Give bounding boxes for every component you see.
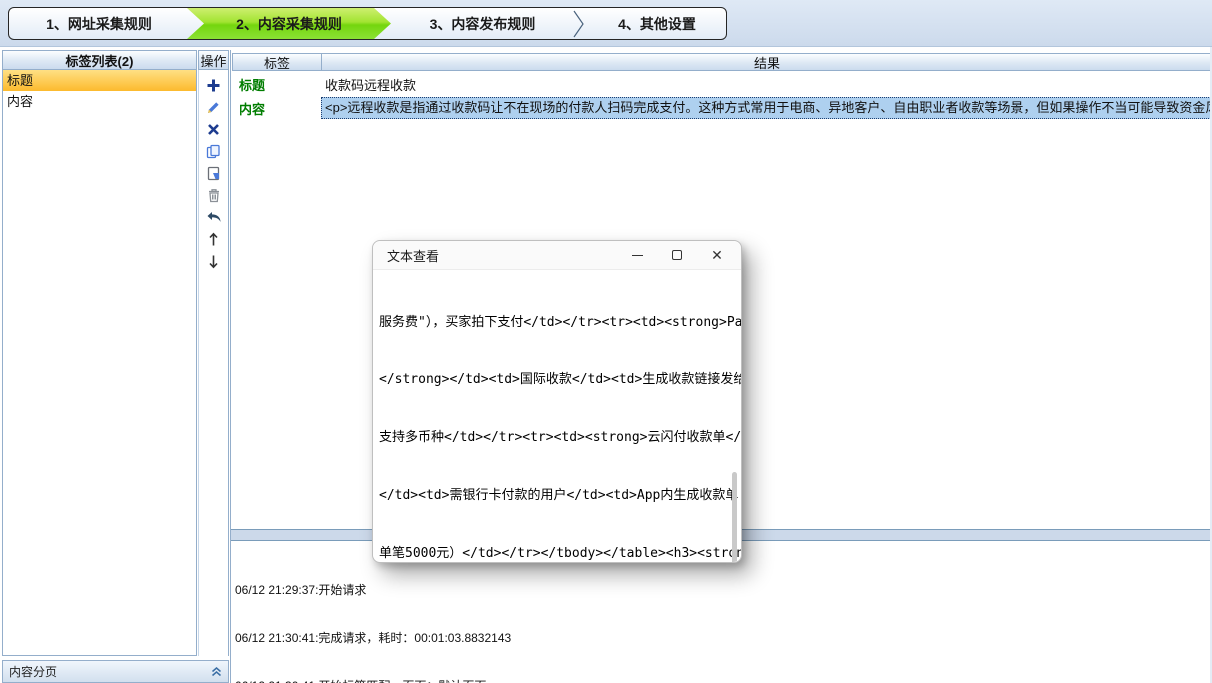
row-tag-label: 内容 bbox=[232, 99, 321, 118]
tab-label: 3、内容发布规则 bbox=[430, 14, 536, 34]
operations-toolbar bbox=[198, 70, 229, 656]
paste-icon[interactable] bbox=[204, 164, 224, 182]
content-pagination-label: 内容分页 bbox=[9, 663, 211, 680]
table-row[interactable]: 内容 <p>远程收款是指通过收款码让不在现场的付款人扫码完成支付。这种方式常用于… bbox=[232, 96, 1212, 120]
result-table-header: 标签 结果 bbox=[232, 53, 1212, 71]
table-row[interactable]: 标题 收款码远程收款 bbox=[232, 73, 1212, 95]
operations-header: 操作 bbox=[198, 50, 229, 70]
dialog-scrollbar[interactable] bbox=[730, 272, 739, 558]
close-icon[interactable]: ✕ bbox=[697, 241, 737, 269]
minimize-icon[interactable] bbox=[617, 241, 657, 269]
dialog-title-bar[interactable]: 文本查看 ✕ bbox=[373, 241, 741, 270]
delete-icon[interactable] bbox=[204, 120, 224, 138]
tab-label: 4、其他设置 bbox=[618, 14, 696, 34]
list-item-title[interactable]: 标题 bbox=[3, 70, 196, 91]
maximize-icon[interactable] bbox=[657, 241, 697, 269]
tab-content-collect-rules[interactable]: 2、内容采集规则 bbox=[187, 8, 391, 39]
log-line: 06/12 21:30:41:完成请求，耗时：00:01:03.8832143 bbox=[235, 630, 1210, 646]
tab-url-collect-rules[interactable]: 1、网址采集规则 bbox=[9, 8, 189, 39]
tag-list-panel: 标签列表(2) 操作 标题 内容 bbox=[2, 50, 229, 658]
list-item-content[interactable]: 内容 bbox=[3, 91, 196, 112]
dialog-title: 文本查看 bbox=[373, 246, 617, 265]
dialog-text-line: </strong></td><td>国际收款</td><td>生成收款链接发给对… bbox=[379, 370, 727, 389]
column-header-result: 结果 bbox=[321, 53, 1212, 71]
trash-icon[interactable] bbox=[204, 186, 224, 204]
wizard-tab-bar: 1、网址采集规则 2、内容采集规则 3、内容发布规则 4、其他设置 bbox=[0, 0, 1212, 47]
tab-separator-chevron bbox=[572, 10, 585, 38]
dialog-text-line: 支持多币种</td></tr><tr><td><strong>云闪付收款单</s… bbox=[379, 428, 727, 447]
add-icon[interactable] bbox=[204, 76, 224, 94]
tag-list: 标题 内容 bbox=[2, 70, 197, 656]
tab-label: 2、内容采集规则 bbox=[236, 14, 342, 34]
log-line: 06/12 21:30:41:开始标签匹配，页面：默认页面 bbox=[235, 678, 1210, 683]
scrollbar-thumb[interactable] bbox=[732, 472, 737, 562]
tab-other-settings[interactable]: 4、其他设置 bbox=[588, 8, 726, 39]
tab-label: 1、网址采集规则 bbox=[46, 14, 152, 34]
row-result-value-selected[interactable]: <p>远程收款是指通过收款码让不在现场的付款人扫码完成支付。这种方式常用于电商、… bbox=[321, 97, 1212, 119]
content-pagination-bar[interactable]: 内容分页 bbox=[2, 660, 229, 683]
copy-icon[interactable] bbox=[204, 142, 224, 160]
dialog-text-line: </td><td>需银行卡付款的用户</td><td>App内生成收款单（限额 bbox=[379, 486, 727, 505]
row-result-value: 收款码远程收款 bbox=[321, 75, 1212, 94]
dialog-text-line: 单笔5000元）</td></tr></tbody></table><h3><s… bbox=[379, 544, 727, 562]
tag-list-header: 标签列表(2) bbox=[2, 50, 197, 70]
log-output: 06/12 21:29:37:开始请求 06/12 21:30:41:完成请求，… bbox=[235, 550, 1210, 683]
tab-content-publish-rules[interactable]: 3、内容发布规则 bbox=[391, 8, 574, 39]
move-down-icon[interactable] bbox=[204, 252, 224, 270]
log-line: 06/12 21:29:37:开始请求 bbox=[235, 582, 1210, 598]
move-up-icon[interactable] bbox=[204, 230, 224, 248]
text-viewer-dialog: 文本查看 ✕ 服务费"），买家拍下支付</td></tr><tr><td><st… bbox=[372, 240, 742, 563]
wizard-tabs-container: 1、网址采集规则 2、内容采集规则 3、内容发布规则 4、其他设置 bbox=[8, 7, 727, 40]
undo-icon[interactable] bbox=[204, 208, 224, 226]
edit-icon[interactable] bbox=[204, 98, 224, 116]
dialog-text-content: 服务费"），买家拍下支付</td></tr><tr><td><strong>Pa… bbox=[379, 274, 727, 562]
dialog-text-line: 服务费"），买家拍下支付</td></tr><tr><td><strong>Pa… bbox=[379, 313, 727, 332]
dialog-text-area[interactable]: 服务费"），买家拍下支付</td></tr><tr><td><strong>Pa… bbox=[373, 270, 741, 562]
column-header-tag: 标签 bbox=[232, 53, 321, 71]
collapse-double-chevron-up-icon[interactable] bbox=[211, 666, 222, 677]
row-tag-label: 标题 bbox=[232, 75, 321, 94]
